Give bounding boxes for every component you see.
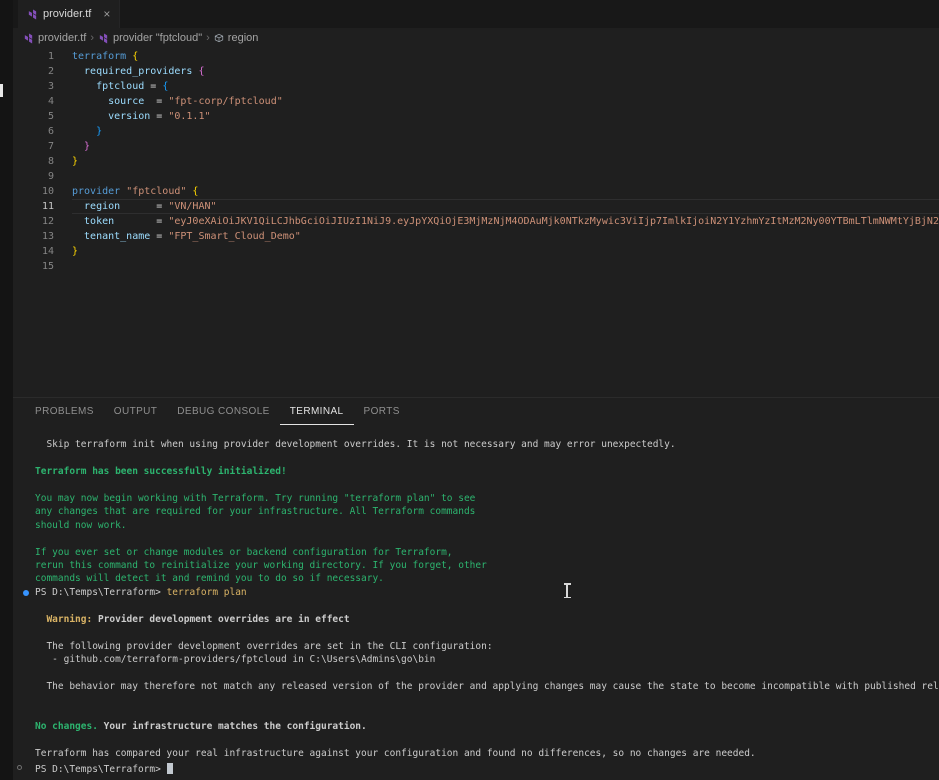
line-number: 1 <box>13 49 54 64</box>
code-line: region = "VN/HAN" <box>72 199 939 214</box>
editor-tab-bar: provider.tf × <box>13 0 939 28</box>
symbol-field-icon <box>214 33 224 43</box>
terminal-line <box>35 626 939 639</box>
terminal-line: rerun this command to reinitialize your … <box>35 559 939 572</box>
code-line: token = "eyJ0eXAiOiJKV1QiLCJhbGciOiJIUzI… <box>72 214 939 229</box>
terminal-line <box>35 599 939 612</box>
code-line: } <box>72 124 939 139</box>
command-decoration-icon[interactable] <box>23 590 29 596</box>
editor-lines[interactable]: terraform { required_providers { fptclou… <box>60 49 939 397</box>
terraform-icon <box>98 33 109 44</box>
line-number: 9 <box>13 169 54 184</box>
panel-tab-debug-console[interactable]: DEBUG CONSOLE <box>167 398 279 425</box>
terminal-line <box>35 666 939 679</box>
close-tab-icon[interactable]: × <box>103 8 110 20</box>
terminal-line: The following provider development overr… <box>35 640 939 653</box>
tab-label: provider.tf <box>43 8 91 20</box>
editor-gutter: 123456789101112131415 <box>13 49 60 397</box>
breadcrumb-label: region <box>228 32 259 44</box>
breadcrumb: provider.tf › provider "fptcloud" › region <box>13 28 939 48</box>
code-line: terraform { <box>72 49 939 64</box>
terraform-file-icon <box>27 9 38 20</box>
panel-tab-problems[interactable]: PROBLEMS <box>25 398 104 425</box>
code-line: source = "fpt-corp/fptcloud" <box>72 94 939 109</box>
code-line <box>72 169 939 184</box>
terminal-line: should now work. <box>35 519 939 532</box>
breadcrumb-item-2[interactable]: provider "fptcloud" <box>98 32 202 44</box>
terminal-line: If you ever set or change modules or bac… <box>35 546 939 559</box>
code-line: required_providers { <box>72 64 939 79</box>
bottom-panel: PROBLEMSOUTPUTDEBUG CONSOLETERMINALPORTS… <box>13 397 939 780</box>
code-line: } <box>72 154 939 169</box>
breadcrumb-item-1[interactable]: provider.tf <box>23 32 86 44</box>
panel-tab-output[interactable]: OUTPUT <box>104 398 168 425</box>
terminal-line: No changes. Your infrastructure matches … <box>35 720 939 733</box>
terminal-line <box>35 707 939 720</box>
terminal-line: Warning: Provider development overrides … <box>35 613 939 626</box>
terminal-line: commands will detect it and remind you t… <box>35 572 939 585</box>
terminal-line: Terraform has been successfully initiali… <box>35 465 939 478</box>
strip-indicator <box>0 84 3 97</box>
terminal-line <box>35 451 939 464</box>
code-line: } <box>72 139 939 154</box>
code-line: tenant_name = "FPT_Smart_Cloud_Demo" <box>72 229 939 244</box>
line-number: 7 <box>13 139 54 154</box>
terraform-icon <box>23 33 34 44</box>
terminal-line <box>35 478 939 491</box>
breadcrumb-label: provider.tf <box>38 32 86 44</box>
terminal-line <box>35 532 939 545</box>
terminal-cursor <box>167 763 173 774</box>
terminal-line: You may now begin working with Terraform… <box>35 492 939 505</box>
editor: 123456789101112131415 terraform { requir… <box>13 48 939 397</box>
line-number: 2 <box>13 64 54 79</box>
code-line: version = "0.1.1" <box>72 109 939 124</box>
terminal-line <box>35 693 939 706</box>
line-number: 6 <box>13 124 54 139</box>
terminal-line: The behavior may therefore not match any… <box>35 680 939 693</box>
line-number: 8 <box>13 154 54 169</box>
line-number: 13 <box>13 229 54 244</box>
code-line <box>72 259 939 274</box>
terminal-content[interactable]: Skip terraform init when using provider … <box>13 425 939 780</box>
terminal-line: any changes that are required for your i… <box>35 505 939 518</box>
breadcrumb-separator: › <box>206 32 210 44</box>
prompt-decoration-icon[interactable] <box>17 765 22 770</box>
line-number: 4 <box>13 94 54 109</box>
line-number: 3 <box>13 79 54 94</box>
terminal-line <box>35 734 939 747</box>
code-line: fptcloud = { <box>72 79 939 94</box>
line-number: 12 <box>13 214 54 229</box>
line-number: 5 <box>13 109 54 124</box>
code-line: } <box>72 244 939 259</box>
terminal-line: PS D:\Temps\Terraform> <box>35 761 939 774</box>
panel-tab-bar: PROBLEMSOUTPUTDEBUG CONSOLETERMINALPORTS <box>13 398 939 425</box>
code-line: provider "fptcloud" { <box>72 184 939 199</box>
breadcrumb-label: provider "fptcloud" <box>113 32 202 44</box>
line-number: 10 <box>13 184 54 199</box>
terminal-line: PS D:\Temps\Terraform> terraform plan <box>35 586 939 599</box>
terminal-line: Skip terraform init when using provider … <box>35 438 939 451</box>
breadcrumb-item-3[interactable]: region <box>214 32 259 44</box>
activity-strip <box>0 0 13 780</box>
terminal-line: - github.com/terraform-providers/fptclou… <box>35 653 939 666</box>
terminal-line: Terraform has compared your real infrast… <box>35 747 939 760</box>
line-number: 15 <box>13 259 54 274</box>
tab-provider-tf[interactable]: provider.tf × <box>18 0 120 28</box>
vscode-window: provider.tf × provider.tf › provider "fptc… <box>0 0 939 780</box>
main-column: provider.tf × provider.tf › provider "fptc… <box>13 0 939 780</box>
panel-tab-ports[interactable]: PORTS <box>354 398 410 425</box>
breadcrumb-separator: › <box>90 32 94 44</box>
line-number: 11 <box>13 199 54 214</box>
panel-tab-terminal[interactable]: TERMINAL <box>280 398 354 425</box>
line-number: 14 <box>13 244 54 259</box>
